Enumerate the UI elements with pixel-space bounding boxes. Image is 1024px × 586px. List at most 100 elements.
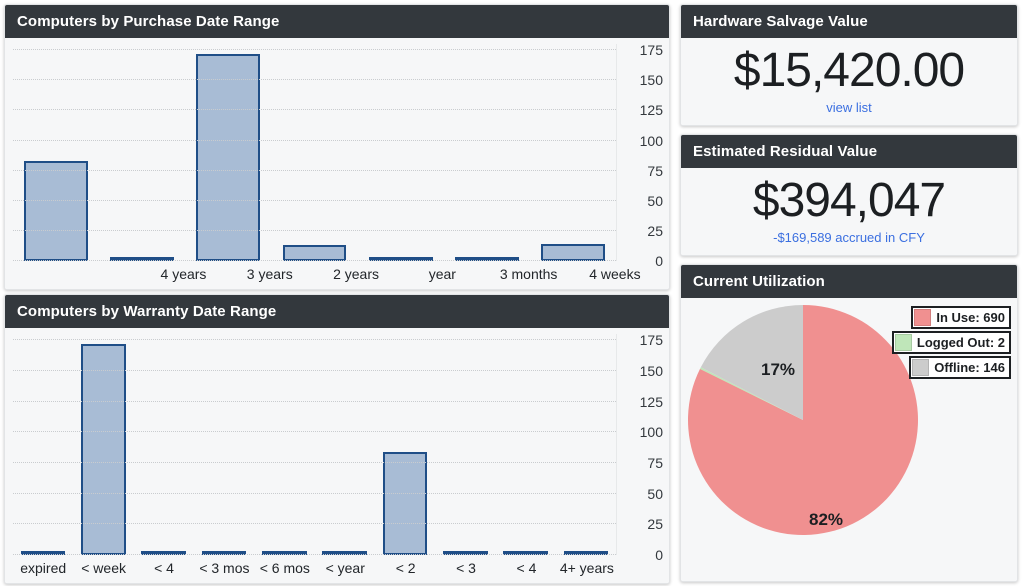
hardware-salvage-value-title: Hardware Salvage Value — [681, 5, 1017, 39]
hardware-salvage-value-amount: $15,420.00 — [733, 44, 965, 98]
x-axis-tick-label: 4 years — [160, 266, 207, 282]
warranty-chart-card: Computers by Warranty Date Range 0 25 50 75… — [4, 294, 670, 584]
x-axis-tick-label: year — [428, 266, 456, 282]
view-list-link[interactable]: view list — [826, 100, 872, 115]
gridline — [13, 139, 616, 141]
legend-item[interactable]: Logged Out: 2 — [891, 331, 1011, 355]
purchase-x-axis: 4 years 3 years 2 years year 3 months 4 weeks — [54, 263, 658, 285]
current-utilization-title: Current Utilization — [681, 264, 1017, 299]
legend-swatch-icon — [894, 334, 912, 352]
y-axis-tick-label: 125 — [639, 393, 663, 410]
x-axis-tick-label — [54, 263, 140, 285]
gridline — [13, 229, 616, 231]
gridline — [13, 109, 616, 111]
y-axis-tick-label: 25 — [647, 516, 663, 533]
y-axis-tick-label: 75 — [647, 162, 663, 179]
y-axis-tick-label: 75 — [647, 455, 663, 472]
legend-swatch-icon — [912, 359, 930, 377]
bar-slot[interactable] — [444, 44, 530, 261]
gridline — [13, 49, 616, 51]
y-axis-tick-label: 125 — [639, 102, 663, 119]
legend-label: In Use: 690 — [936, 310, 1005, 326]
x-axis-tick-label: expired — [20, 560, 67, 576]
y-axis-tick-label: 100 — [639, 132, 663, 149]
bar-slot[interactable] — [556, 334, 616, 555]
warranty-bar-chart: 0 25 50 75 100 125 150 175 expired < week < 4 < 3 … — [5, 328, 669, 583]
bar-slot[interactable] — [435, 334, 495, 555]
x-axis-tick-label: < week — [81, 560, 126, 576]
x-axis-tick-label: < 2 — [395, 560, 416, 576]
bar-slot[interactable] — [194, 334, 254, 555]
x-axis-tick-label: 4 weeks — [589, 266, 641, 282]
estimated-residual-value-title: Estimated Residual Value — [681, 134, 1017, 169]
gridline — [13, 523, 616, 525]
x-axis-tick-label: < 3 — [456, 560, 476, 576]
bar-slot[interactable] — [530, 44, 616, 261]
legend-label: Offline: 146 — [934, 360, 1005, 376]
bar[interactable] — [541, 244, 605, 261]
legend-item[interactable]: In Use: 690 — [911, 306, 1011, 330]
bar-slot[interactable] — [13, 44, 99, 261]
warranty-plot-area — [13, 334, 617, 555]
gridline — [13, 492, 616, 494]
estimated-residual-value-amount: $394,047 — [752, 174, 946, 228]
bar-slot[interactable] — [495, 334, 555, 555]
bar-slot[interactable] — [375, 334, 435, 555]
x-axis-tick-label: 4+ years — [559, 560, 614, 576]
purchase-chart-card: Computers by Purchase Date Range 0 25 50 75… — [4, 4, 670, 290]
pie-slice-percent-label: 82% — [809, 510, 844, 530]
bar-slot[interactable] — [254, 334, 314, 555]
gridline — [13, 79, 616, 81]
purchase-plot-area — [13, 44, 617, 261]
estimated-residual-value-body: $394,047 -$169,589 accrued in CFY — [681, 168, 1017, 255]
bar-slot[interactable] — [185, 44, 271, 261]
x-axis-tick-label: < 6 mos — [259, 560, 310, 576]
bar-slot[interactable] — [314, 334, 374, 555]
x-axis-tick-label: 3 years — [246, 266, 293, 282]
y-axis-tick-label: 175 — [639, 42, 663, 59]
legend-swatch-icon — [914, 309, 932, 327]
legend-item[interactable]: Offline: 146 — [909, 356, 1011, 380]
purchase-bar-chart: 0 25 50 75 100 125 150 175 4 years 3 years 2 year… — [5, 38, 669, 289]
purchase-chart-region: Computers by Purchase Date Range 0 25 50 75… — [0, 0, 676, 292]
gridline — [13, 462, 616, 464]
x-axis-tick-label: < 4 — [516, 560, 537, 576]
utilization-pie-chart — [688, 305, 918, 536]
utilization-legend: In Use: 690 Logged Out: 2 Offline: 146 — [891, 306, 1011, 381]
purchase-chart-title: Computers by Purchase Date Range — [5, 5, 669, 39]
pie-slice-percent-label: 17% — [761, 360, 796, 380]
legend-label: Logged Out: 2 — [916, 335, 1005, 351]
purchase-bars — [13, 44, 616, 261]
warranty-x-axis: expired < week < 4 < 3 mos < 6 mos < year < 2 <… — [13, 557, 617, 579]
gridline — [13, 199, 616, 201]
bar-slot[interactable] — [73, 334, 133, 555]
y-axis-tick-label: 175 — [639, 332, 663, 349]
gridline — [13, 169, 616, 171]
gridline — [13, 400, 616, 402]
y-axis-tick-label: 150 — [639, 72, 663, 89]
bar[interactable] — [382, 451, 428, 555]
y-axis-tick-label: 50 — [647, 485, 663, 502]
view-list-link-wrapper: view list — [691, 100, 1007, 117]
current-utilization-body: 82% 17% In Use: 690 Logged Out: 2 Offline: … — [681, 298, 1017, 581]
hardware-salvage-value-body: $15,420.00 view list — [681, 38, 1017, 125]
estimated-residual-value-accrued: -$169,589 accrued in CFY — [773, 229, 925, 245]
bar-slot[interactable] — [13, 334, 73, 555]
y-axis-tick-label: 0 — [655, 547, 663, 563]
bar-slot[interactable] — [271, 44, 357, 261]
warranty-chart-region: Computers by Warranty Date Range 0 25 50 75… — [0, 292, 676, 586]
hardware-salvage-value-card: Hardware Salvage Value $15,420.00 view l… — [680, 4, 1018, 126]
bar[interactable] — [24, 161, 88, 261]
bar[interactable] — [282, 245, 347, 261]
estimated-residual-value-card: Estimated Residual Value $394,047 -$169,… — [680, 133, 1018, 256]
gridline — [13, 339, 616, 341]
x-axis-tick-label: < 4 — [154, 560, 174, 576]
bar-slot[interactable] — [134, 334, 194, 555]
warranty-chart-title: Computers by Warranty Date Range — [5, 295, 669, 329]
gridline — [13, 370, 616, 372]
gridline — [13, 260, 616, 261]
gridline — [13, 431, 616, 433]
dashboard: Computers by Purchase Date Range 0 25 50 75… — [0, 0, 1024, 586]
bar-slot[interactable] — [99, 44, 185, 261]
bar-slot[interactable] — [358, 44, 444, 261]
